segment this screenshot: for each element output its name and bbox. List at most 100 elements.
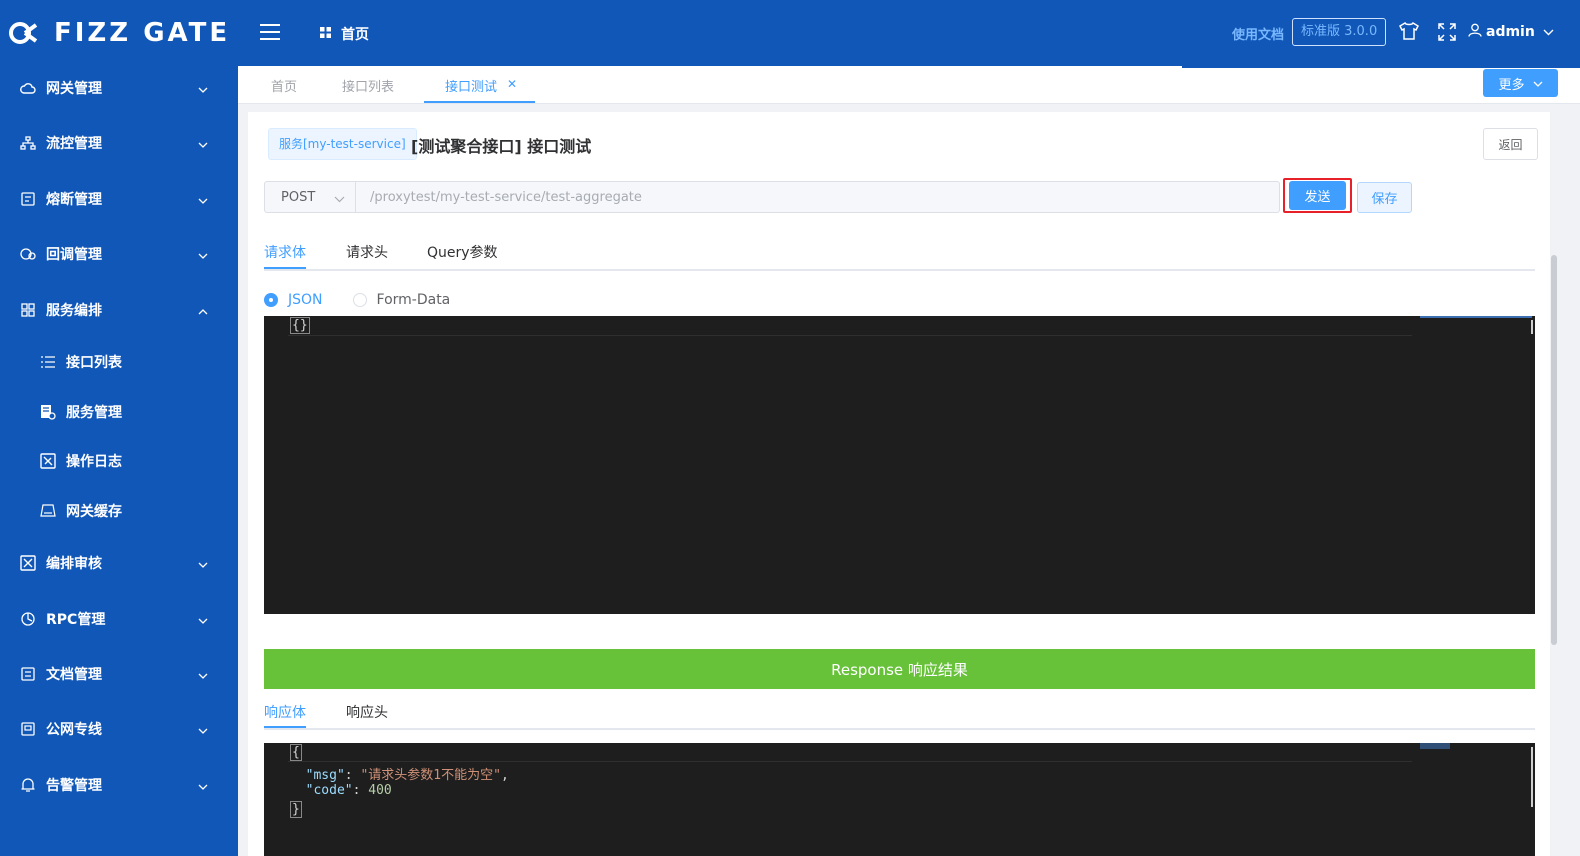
back-button[interactable]: 返回 — [1483, 128, 1538, 160]
json-string-value: "请求头参数1不能为空" — [360, 768, 501, 783]
breaker-icon — [20, 191, 36, 207]
chevron-down-icon — [198, 192, 208, 208]
response-body-editor[interactable]: { "msg": "请求头参数1不能为空", "code": 400 } — [264, 743, 1535, 856]
close-brace: } — [290, 801, 302, 818]
sidebar-item-rpc[interactable]: RPC管理 — [0, 599, 238, 639]
response-title-bar: Response 响应结果 — [264, 649, 1535, 689]
chevron-down-icon — [334, 192, 345, 207]
editor-scrollbar[interactable] — [1531, 747, 1533, 807]
active-tab-indicator — [264, 726, 306, 728]
more-button-label: 更多 — [1498, 77, 1525, 93]
tab-response-headers[interactable]: 响应头 — [346, 702, 388, 722]
radio-json[interactable]: JSON — [264, 292, 323, 308]
sidebar-item-flow-control[interactable]: 流控管理 — [0, 123, 238, 163]
current-line-highlight — [288, 318, 1412, 336]
active-tab-indicator — [264, 267, 306, 269]
code-line: } — [290, 801, 302, 821]
version-badge[interactable]: 标准版 3.0.0 — [1292, 18, 1387, 46]
chevron-down-icon — [198, 778, 208, 794]
sidebar-subitem-operation-log[interactable]: 操作日志 — [0, 441, 238, 481]
sidebar-item-label: RPC管理 — [46, 612, 106, 628]
request-line: POST /proxytest/my-test-service/test-agg… — [264, 181, 1280, 213]
sidebar-item-label: 熔断管理 — [46, 192, 102, 208]
more-button[interactable]: 更多 — [1483, 69, 1558, 97]
tab-request-body[interactable]: 请求体 — [264, 242, 306, 262]
sidebar-subitem-api-list[interactable]: 接口列表 — [0, 342, 238, 382]
tab-query-params[interactable]: Query参数 — [427, 242, 498, 262]
chevron-down-icon — [198, 612, 208, 628]
sidebar-item-circuit-breaker[interactable]: 熔断管理 — [0, 179, 238, 219]
active-tab-indicator — [424, 101, 535, 103]
user-menu[interactable]: admin — [1468, 23, 1554, 41]
tab-response-body[interactable]: 响应体 — [264, 702, 306, 722]
save-button[interactable]: 保存 — [1357, 182, 1412, 213]
sidebar-item-label: 告警管理 — [46, 778, 102, 794]
editor-minimap — [1420, 743, 1450, 749]
page-scrollbar[interactable] — [1551, 255, 1557, 645]
sidebar-subitem-gateway-cache[interactable]: 网关缓存 — [0, 491, 238, 531]
audit-icon — [20, 555, 36, 571]
sidebar-item-documents[interactable]: 文档管理 — [0, 654, 238, 694]
loading-progress-bar — [1182, 66, 1580, 68]
log-icon — [40, 453, 56, 469]
chevron-down-icon — [1543, 24, 1554, 40]
chevron-down-icon — [198, 556, 208, 572]
sidebar-item-orchestration[interactable]: 服务编排 — [0, 290, 238, 330]
tab-api-test[interactable]: 接口测试 — [445, 76, 497, 95]
open-brace: { — [290, 744, 302, 761]
logo: FIZZ GATE — [0, 0, 238, 66]
breadcrumb-home[interactable]: 首页 — [341, 24, 369, 44]
method-select[interactable]: POST — [265, 182, 356, 212]
sidebar-item-label: 回调管理 — [46, 247, 102, 263]
sidebar-item-label: 服务管理 — [66, 405, 122, 421]
chevron-down-icon — [198, 247, 208, 263]
chevron-down-icon — [198, 81, 208, 97]
cache-icon — [40, 503, 56, 519]
radio-form-data[interactable]: Form-Data — [352, 292, 450, 308]
send-button[interactable]: 发送 — [1289, 181, 1346, 210]
dashboard-icon — [320, 26, 331, 42]
sidebar-item-public-network[interactable]: 公网专线 — [0, 709, 238, 749]
sidebar-item-callback[interactable]: 回调管理 — [0, 234, 238, 274]
service-icon — [40, 404, 56, 420]
tab-request-headers[interactable]: 请求头 — [346, 242, 388, 262]
body-type-radio-group: JSON Form-Data — [264, 292, 480, 308]
sidebar-item-label: 编排审核 — [46, 556, 102, 572]
bell-icon — [20, 777, 36, 793]
tab-home[interactable]: 首页 — [271, 76, 297, 95]
close-icon[interactable]: ✕ — [507, 77, 517, 91]
theme-shirt-icon[interactable] — [1399, 21, 1419, 44]
chevron-down-icon — [198, 667, 208, 683]
username: admin — [1486, 24, 1535, 40]
sidebar-item-alerts[interactable]: 告警管理 — [0, 765, 238, 805]
sidebar-item-orchestration-audit[interactable]: 编排审核 — [0, 543, 238, 583]
chevron-up-icon — [198, 303, 208, 319]
fullscreen-icon[interactable] — [1438, 23, 1456, 45]
url-input[interactable]: /proxytest/my-test-service/test-aggregat… — [356, 182, 1279, 212]
sidebar: FIZZ GATE 网关管理 流控管理 熔断管理 回调管理 服务编排 接口列表 … — [0, 0, 238, 856]
code-line: "msg": "请求头参数1不能为空", — [305, 768, 509, 783]
radio-dot — [352, 293, 367, 307]
code-line: "code": 400 — [305, 783, 392, 798]
sidebar-item-label: 接口列表 — [66, 355, 122, 371]
editor-scrollbar[interactable] — [1531, 320, 1533, 334]
docs-link[interactable]: 使用文档 — [1232, 24, 1284, 43]
page-title: [测试聚合接口] 接口测试 — [411, 137, 592, 156]
tabs-bar: 首页 接口列表 接口测试 ✕ 更多 — [238, 66, 1580, 104]
grid-icon — [20, 302, 36, 318]
tab-api-list[interactable]: 接口列表 — [342, 76, 394, 95]
current-line-highlight — [288, 744, 1412, 762]
method-value: POST — [281, 189, 316, 205]
logo-text: FIZZ GATE — [54, 18, 231, 48]
chevron-down-icon — [1533, 76, 1543, 91]
sidebar-item-gateway[interactable]: 网关管理 — [0, 68, 238, 108]
sidebar-item-label: 文档管理 — [46, 667, 102, 683]
json-number-value: 400 — [368, 783, 392, 798]
breadcrumb: 首页 — [320, 24, 369, 44]
request-body-editor[interactable]: {} — [264, 316, 1535, 614]
sidebar-subitem-service-management[interactable]: 服务管理 — [0, 392, 238, 432]
json-key: "msg" — [305, 768, 345, 783]
sidebar-item-label: 操作日志 — [66, 454, 122, 470]
request-tabs: 请求体 请求头 Query参数 — [264, 236, 1535, 271]
hamburger-menu-icon[interactable] — [260, 24, 280, 40]
